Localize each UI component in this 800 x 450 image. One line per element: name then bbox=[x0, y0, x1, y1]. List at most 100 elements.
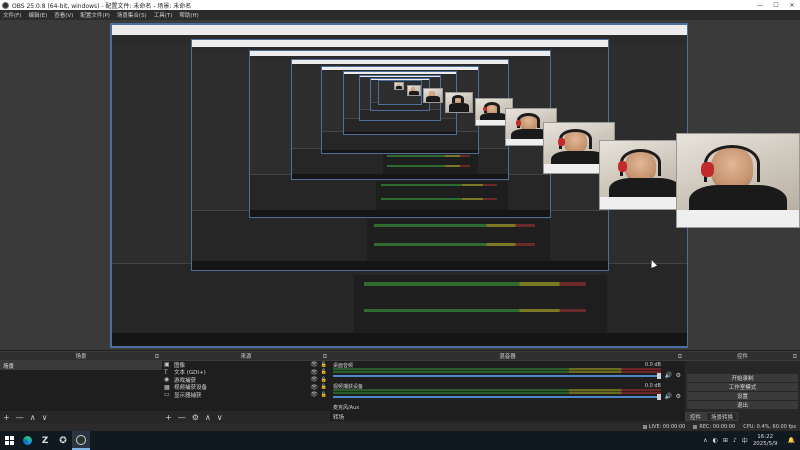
volume-slider-handle[interactable] bbox=[657, 394, 661, 400]
windows-taskbar: Z ✪ ∧ ◐ ⊞ ♪ 中 16:22 2025/5/9 🔔 bbox=[0, 431, 800, 450]
source-properties-gear-icon[interactable]: ⚙ bbox=[192, 413, 199, 422]
remove-scene-button[interactable]: — bbox=[16, 413, 24, 422]
gear-icon[interactable]: ⚙ bbox=[676, 372, 681, 379]
controls-dock-header: 控件 ⧉ bbox=[685, 352, 800, 361]
webcam-overlay bbox=[445, 92, 473, 113]
sources-dock: 来源 ⧉ ▣ 图像 👁 🔓 T 文本 (GDI+) 👁 🔓 ◉ 游戏捕获 👁 🔓 ▦ … bbox=[162, 351, 330, 423]
source-item-display-capture[interactable]: ▭ 显示器捕获 👁 🔓 bbox=[162, 391, 330, 399]
notification-bell-icon[interactable]: 🔔 bbox=[788, 437, 795, 444]
clock-time: 16:22 bbox=[757, 433, 774, 440]
volume-slider-handle[interactable] bbox=[657, 373, 661, 379]
lock-icon[interactable]: 🔓 bbox=[321, 377, 327, 383]
add-source-button[interactable]: + bbox=[165, 413, 172, 422]
visibility-eye-icon[interactable]: 👁 bbox=[310, 384, 318, 391]
controls-buttons: 开始录制 工作室模式 设置 退出 bbox=[685, 361, 800, 409]
volume-slider[interactable] bbox=[333, 396, 661, 398]
undock-icon[interactable]: ⧉ bbox=[323, 353, 327, 361]
taskbar-steam[interactable]: ✪ bbox=[54, 431, 72, 450]
move-source-down-button[interactable]: ∨ bbox=[217, 413, 223, 422]
webcam-overlay-main bbox=[676, 133, 800, 228]
taskbar-zed[interactable]: Z bbox=[36, 431, 54, 450]
maximize-button[interactable]: ☐ bbox=[768, 0, 784, 10]
undock-icon[interactable]: ⧉ bbox=[155, 353, 159, 361]
obs-app-icon bbox=[2, 1, 9, 9]
rec-status: REC: 00:00:00 bbox=[693, 424, 735, 430]
menu-profile[interactable]: 配置文件(P) bbox=[80, 11, 110, 19]
gear-icon[interactable]: ⚙ bbox=[676, 393, 681, 400]
move-scene-up-button[interactable]: ∧ bbox=[30, 413, 36, 422]
webcam-overlay bbox=[423, 88, 443, 103]
undock-icon[interactable]: ⧉ bbox=[678, 353, 682, 361]
studio-mode-button[interactable]: 工作室模式 bbox=[687, 383, 798, 391]
add-scene-button[interactable]: + bbox=[3, 413, 10, 422]
mixer-channels: 桌面音频 0.0 dB 🔊 ⚙ 视频捕获设备 0.0 dB 🔊 ⚙ 麦克风/Au… bbox=[330, 361, 685, 421]
window-title: OBS 25.0.8 (64-bit, windows) - 配置文件: 未命名… bbox=[12, 2, 192, 10]
scenes-dock: 场景 ⧉ 场景 + — ∧ ∨ bbox=[0, 351, 162, 423]
visibility-eye-icon[interactable]: 👁 bbox=[310, 391, 318, 398]
scene-item[interactable]: 场景 bbox=[0, 361, 162, 370]
move-scene-down-button[interactable]: ∨ bbox=[42, 413, 48, 422]
start-recording-button[interactable]: 开始录制 bbox=[687, 374, 798, 382]
move-source-up-button[interactable]: ∧ bbox=[205, 413, 211, 422]
input-method-icon[interactable]: 中 bbox=[742, 436, 748, 445]
monitor-icon: ▭ bbox=[164, 391, 170, 399]
close-button[interactable]: ✕ bbox=[784, 0, 800, 10]
settings-button[interactable]: 设置 bbox=[687, 392, 798, 400]
webcam-overlay bbox=[407, 85, 421, 96]
exit-button[interactable]: 退出 bbox=[687, 401, 798, 409]
mixer-dock-title: 混音器 bbox=[499, 354, 516, 360]
taskbar-edge[interactable] bbox=[18, 431, 36, 450]
minimize-button[interactable]: — bbox=[752, 0, 768, 10]
clock-date: 2025/5/9 bbox=[752, 440, 778, 447]
volume-slider[interactable] bbox=[333, 375, 661, 377]
channel-name: 麦克风/Aux bbox=[333, 405, 360, 411]
tray-overflow-icon[interactable]: ∧ bbox=[703, 437, 707, 444]
source-label: 显示器捕获 bbox=[174, 392, 202, 399]
remove-source-button[interactable]: — bbox=[178, 413, 186, 422]
image-icon: ▣ bbox=[164, 361, 170, 369]
sources-list[interactable]: ▣ 图像 👁 🔓 T 文本 (GDI+) 👁 🔓 ◉ 游戏捕获 👁 🔓 ▦ 视频捕获设… bbox=[162, 361, 330, 411]
start-button[interactable] bbox=[0, 431, 18, 450]
lock-icon[interactable]: 🔓 bbox=[321, 369, 327, 375]
lock-icon[interactable]: 🔓 bbox=[321, 392, 327, 398]
undock-icon[interactable]: ⧉ bbox=[793, 353, 797, 361]
sources-toolbar: + — ⚙ ∧ ∨ bbox=[162, 411, 330, 423]
preview-area[interactable] bbox=[0, 20, 800, 350]
controls-dock-title: 控件 bbox=[736, 354, 748, 360]
lock-icon[interactable]: 🔓 bbox=[321, 362, 327, 368]
lock-icon[interactable]: 🔓 bbox=[321, 384, 327, 390]
volume-meter bbox=[333, 389, 661, 394]
menu-file[interactable]: 文件(F) bbox=[3, 11, 21, 19]
z-app-icon: Z bbox=[41, 435, 49, 446]
volume-icon[interactable]: ♪ bbox=[733, 437, 737, 444]
speaker-icon[interactable]: 🔊 bbox=[665, 372, 672, 379]
webcam-overlay bbox=[394, 82, 404, 90]
tab-controls[interactable]: 控件 bbox=[685, 412, 707, 421]
menu-help[interactable]: 帮助(H) bbox=[179, 11, 198, 19]
tray-app-icon[interactable]: ◐ bbox=[713, 437, 718, 444]
menu-tools[interactable]: 工具(T) bbox=[154, 11, 173, 19]
sources-dock-title: 来源 bbox=[240, 354, 252, 360]
sources-dock-header: 来源 ⧉ bbox=[162, 352, 330, 361]
scenes-dock-title: 场景 bbox=[75, 354, 87, 360]
preview-canvas[interactable] bbox=[110, 23, 688, 348]
tab-transitions[interactable]: 转场 bbox=[330, 412, 344, 421]
cpu-status: CPU: 0.4%, 60.00 fps bbox=[743, 424, 796, 430]
visibility-eye-icon[interactable]: 👁 bbox=[310, 369, 318, 376]
taskbar-clock[interactable]: 16:22 2025/5/9 bbox=[753, 434, 778, 448]
visibility-eye-icon[interactable]: 👁 bbox=[310, 361, 318, 368]
menu-view[interactable]: 查看(V) bbox=[54, 11, 73, 19]
text-icon: T bbox=[164, 368, 168, 376]
taskbar-obs[interactable] bbox=[72, 431, 90, 450]
scenes-list[interactable]: 场景 bbox=[0, 361, 162, 411]
audio-mixer-dock: 混音器 ⧉ 桌面音频 0.0 dB 🔊 ⚙ 视频捕获设备 0.0 dB 🔊 ⚙ … bbox=[330, 351, 685, 423]
mixer-dock-header: 混音器 ⧉ bbox=[330, 352, 685, 361]
edge-icon bbox=[22, 436, 32, 445]
tab-scene-transitions[interactable]: 场景转换 bbox=[706, 412, 739, 421]
menu-scene-collection[interactable]: 场景集合(S) bbox=[117, 11, 147, 19]
camera-icon: ▦ bbox=[164, 383, 170, 391]
visibility-eye-icon[interactable]: 👁 bbox=[310, 376, 318, 383]
menu-edit[interactable]: 编辑(E) bbox=[28, 11, 47, 19]
network-icon[interactable]: ⊞ bbox=[723, 437, 728, 444]
speaker-icon[interactable]: 🔊 bbox=[665, 393, 672, 400]
